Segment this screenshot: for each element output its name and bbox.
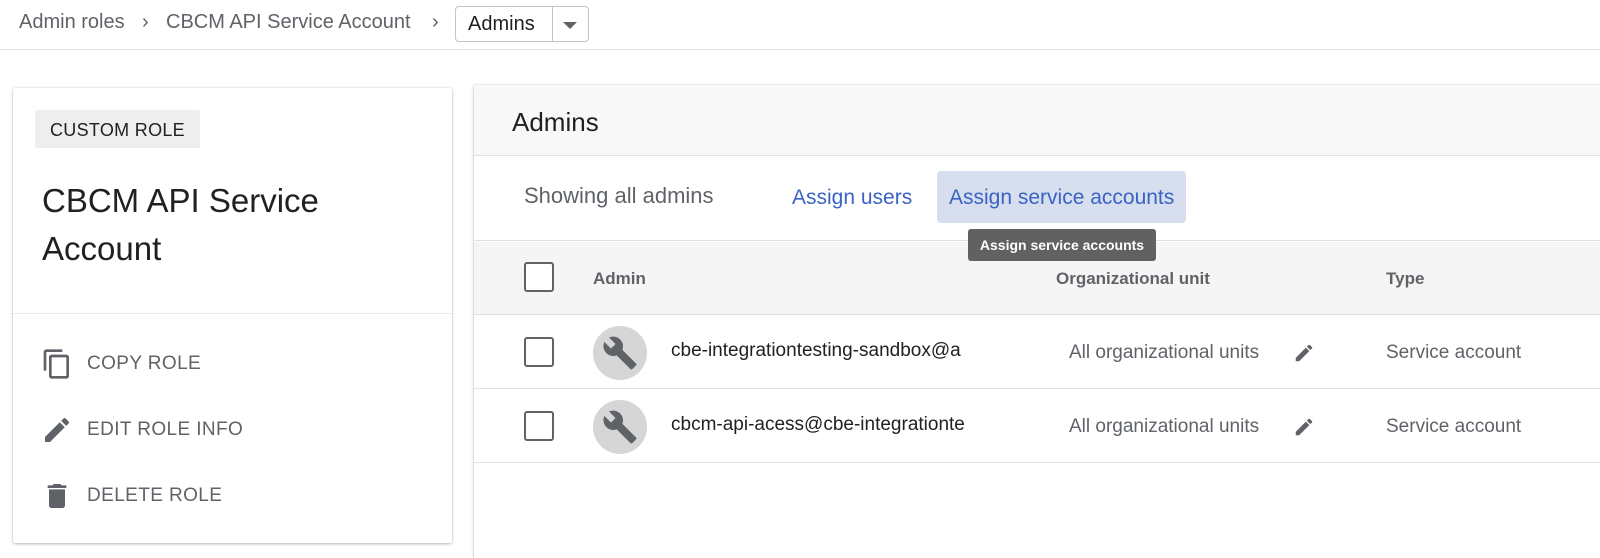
copy-role-button[interactable]: COPY ROLE bbox=[41, 344, 421, 384]
breadcrumb-role-name[interactable]: CBCM API Service Account bbox=[166, 11, 411, 34]
avatar bbox=[593, 326, 647, 380]
wrench-icon bbox=[603, 336, 637, 370]
breadcrumb-current: Admins bbox=[468, 13, 535, 35]
trash-icon bbox=[47, 484, 67, 508]
admins-panel: Admins Showing all admins Assign users A… bbox=[474, 85, 1600, 558]
role-title: CBCM API Service Account bbox=[42, 182, 319, 267]
column-header-organizational-unit[interactable]: Organizational unit bbox=[1056, 269, 1210, 289]
admin-type: Service account bbox=[1386, 416, 1522, 437]
edit-role-info-label: EDIT ROLE INFO bbox=[87, 419, 244, 440]
breadcrumb-separator: › bbox=[432, 11, 439, 33]
assign-service-accounts-tooltip: Assign service accounts bbox=[968, 229, 1156, 261]
copy-role-label: COPY ROLE bbox=[87, 353, 202, 374]
admin-type: Service account bbox=[1386, 342, 1522, 363]
organizational-unit: All organizational units bbox=[1069, 416, 1260, 437]
table-row[interactable]: cbe-integrationtesting-sandbox@a All org… bbox=[474, 316, 1600, 389]
breadcrumb-admin-roles[interactable]: Admin roles bbox=[19, 11, 125, 34]
delete-role-button[interactable]: DELETE ROLE bbox=[41, 476, 421, 516]
admin-email[interactable]: cbe-integrationtesting-sandbox@a bbox=[671, 340, 967, 362]
admin-email[interactable]: cbcm-api-acess@cbe-integrationte bbox=[671, 414, 967, 436]
chevron-down-icon[interactable] bbox=[563, 22, 577, 29]
breadcrumb-section-select[interactable]: Admins bbox=[455, 6, 589, 42]
role-type-chip: CUSTOM ROLE bbox=[35, 110, 200, 148]
select-all-checkbox[interactable] bbox=[524, 262, 554, 292]
breadcrumb: Admin roles › CBCM API Service Account ›… bbox=[0, 0, 1600, 50]
row-checkbox[interactable] bbox=[524, 337, 554, 367]
pencil-icon bbox=[45, 417, 70, 442]
role-info-card: CUSTOM ROLE CBCM API Service Account COP… bbox=[13, 88, 452, 543]
pencil-icon[interactable] bbox=[1293, 342, 1315, 364]
table-row[interactable]: cbcm-api-acess@cbe-integrationte All org… bbox=[474, 390, 1600, 463]
column-header-type[interactable]: Type bbox=[1386, 269, 1424, 289]
panel-header: Admins bbox=[474, 85, 1600, 156]
organizational-unit: All organizational units bbox=[1069, 342, 1260, 363]
assign-service-accounts-button[interactable]: Assign service accounts bbox=[937, 171, 1187, 223]
row-checkbox[interactable] bbox=[524, 411, 554, 441]
showing-all-admins-label: Showing all admins bbox=[524, 183, 714, 208]
avatar bbox=[593, 400, 647, 454]
card-divider bbox=[13, 313, 452, 314]
breadcrumb-separator: › bbox=[142, 11, 149, 33]
wrench-icon bbox=[603, 410, 637, 444]
edit-role-info-button[interactable]: EDIT ROLE INFO bbox=[41, 410, 421, 450]
assign-users-button[interactable]: Assign users bbox=[780, 171, 924, 223]
copy-icon bbox=[43, 349, 69, 379]
select-divider bbox=[552, 7, 553, 41]
pencil-icon[interactable] bbox=[1293, 416, 1315, 438]
column-header-admin[interactable]: Admin bbox=[593, 269, 646, 289]
delete-role-label: DELETE ROLE bbox=[87, 485, 223, 506]
panel-title: Admins bbox=[512, 107, 599, 137]
